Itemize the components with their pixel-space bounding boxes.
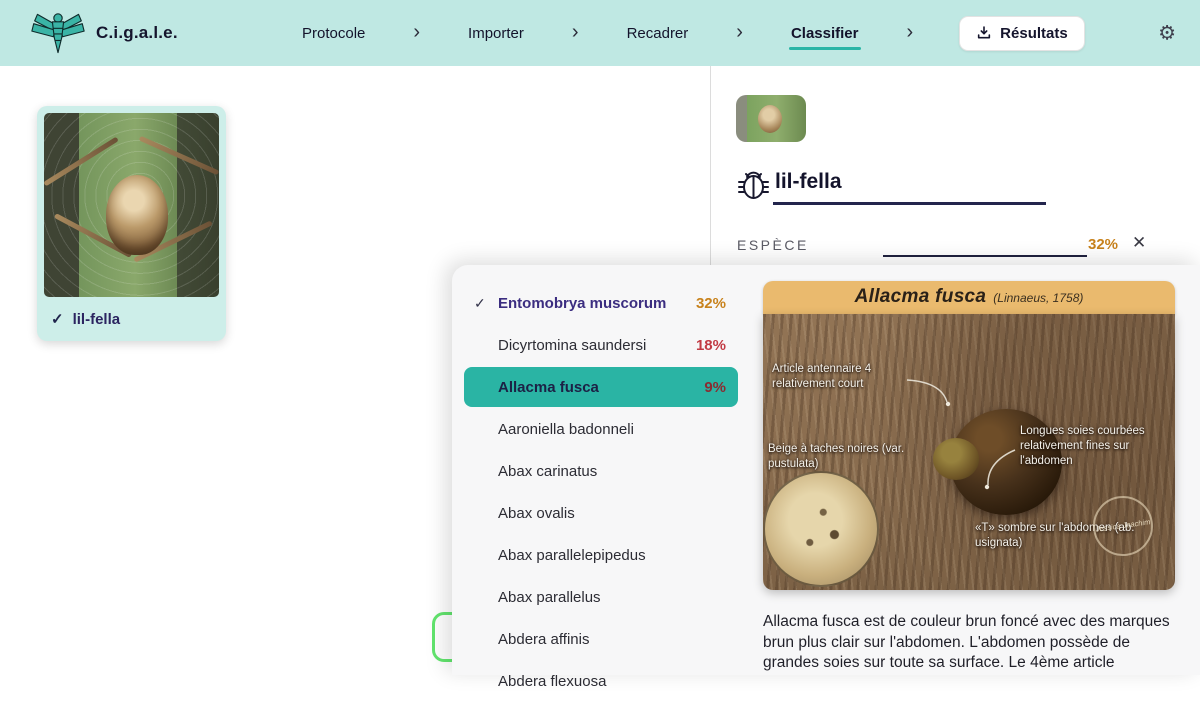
confidence-badge: 18% <box>696 337 726 354</box>
specimen-caption: ✓ lil-fella <box>37 297 226 341</box>
species-name: Abax parallelepipedus <box>498 547 726 564</box>
nav-classifier[interactable]: Classifier <box>789 21 861 46</box>
species-description: Allacma fusca est de couleur brun foncé … <box>763 612 1175 674</box>
species-card-title: Allacma fusca <box>855 286 987 308</box>
species-name: Abdera flexuosa <box>498 673 726 690</box>
species-name: Abax parallelus <box>498 589 726 606</box>
nav-protocole[interactable]: Protocole <box>300 21 367 46</box>
specimen-card[interactable]: ✓ lil-fella <box>37 106 226 341</box>
specimen-thumbnail <box>736 95 806 142</box>
species-name: Aaroniella badonneli <box>498 421 726 438</box>
settings-gear-icon[interactable]: ⚙ <box>1158 21 1176 46</box>
species-card-header: Allacma fusca (Linnaeus, 1758) <box>763 281 1175 314</box>
species-list-item[interactable]: ✓ Abax ovalis <box>464 493 738 533</box>
specimen-name-row: lil-fella <box>737 168 770 203</box>
springtail-head <box>933 438 979 480</box>
chevron-right-icon: › <box>572 22 579 42</box>
magnified-inset <box>763 471 879 587</box>
species-input-underline[interactable] <box>883 255 1087 257</box>
species-name: Abax ovalis <box>498 505 726 522</box>
chevron-right-icon: › <box>736 22 743 42</box>
nav-importer[interactable]: Importer <box>466 21 526 46</box>
species-list-item[interactable]: ✓ Allacma fusca 9% <box>464 367 738 407</box>
species-suggestion-list: ✓ Entomobrya muscorum 32% ✓ Dicyrtomina … <box>464 283 750 703</box>
species-confidence-value: 32% <box>1088 236 1118 253</box>
check-icon: ✓ <box>51 310 64 328</box>
species-field-label: ESPÈCE <box>737 237 809 253</box>
species-list-item[interactable]: ✓ Dicyrtomina saundersi 18% <box>464 325 738 365</box>
download-icon <box>976 25 992 41</box>
species-list-item[interactable]: ✓ Abdera affinis <box>464 619 738 659</box>
cigale-logo-icon <box>30 9 86 57</box>
results-button-label: Résultats <box>1000 25 1068 42</box>
chevron-right-icon: › <box>907 22 914 42</box>
annotation-antenna: Article antennaire 4 relativement court <box>772 362 924 392</box>
classification-overlay: ✓ Entomobrya muscorum 32% ✓ Dicyrtomina … <box>452 265 1200 675</box>
step-nav: Protocole › Importer › Recadrer › Classi… <box>300 0 1085 66</box>
species-name: Entomobrya muscorum <box>498 295 696 312</box>
confidence-badge: 32% <box>696 295 726 312</box>
specimen-photo <box>44 113 219 297</box>
bug-icon <box>737 168 770 203</box>
chevron-right-icon: › <box>413 22 420 42</box>
species-info-card: Allacma fusca (Linnaeus, 1758) Article a… <box>763 281 1175 674</box>
species-list-item[interactable]: ✓ Aaroniella badonneli <box>464 409 738 449</box>
spider-leg <box>44 137 119 187</box>
confidence-badge: 9% <box>704 379 726 396</box>
species-list-item[interactable]: ✓ Abax carinatus <box>464 451 738 491</box>
species-list-item[interactable]: ✓ Abax parallelepipedus <box>464 535 738 575</box>
spider-body <box>106 175 168 255</box>
specimen-caption-label: lil-fella <box>73 311 121 328</box>
annotation-beige: Beige à taches noires (var. pustulata) <box>768 442 918 472</box>
nav-recadrer[interactable]: Recadrer <box>625 21 691 46</box>
annotation-setae: Longues soies courbées relativement fine… <box>1020 424 1172 469</box>
specimen-name-underline <box>773 202 1046 205</box>
close-icon[interactable]: ✕ <box>1132 233 1146 253</box>
spider-leg <box>139 136 219 176</box>
results-button[interactable]: Résultats <box>959 16 1085 51</box>
species-name: Dicyrtomina saundersi <box>498 337 696 354</box>
species-list-item[interactable]: ✓ Abax parallelus <box>464 577 738 617</box>
species-reference-image: Article antennaire 4 relativement court … <box>763 314 1175 590</box>
species-card-author: (Linnaeus, 1758) <box>993 291 1083 305</box>
specimen-name-input[interactable]: lil-fella <box>775 170 842 194</box>
check-icon: ✓ <box>474 295 498 312</box>
species-name: Abax carinatus <box>498 463 726 480</box>
brand: C.i.g.a.l.e. <box>30 9 178 57</box>
species-list-item[interactable]: ✓ Abdera flexuosa <box>464 661 738 701</box>
species-name: Abdera affinis <box>498 631 726 648</box>
top-bar: C.i.g.a.l.e. Protocole › Importer › Reca… <box>0 0 1200 66</box>
spider-thumb-body <box>758 105 782 133</box>
species-name: Allacma fusca <box>498 379 704 396</box>
app-title: C.i.g.a.l.e. <box>96 23 178 43</box>
species-list-item[interactable]: ✓ Entomobrya muscorum 32% <box>464 283 738 323</box>
